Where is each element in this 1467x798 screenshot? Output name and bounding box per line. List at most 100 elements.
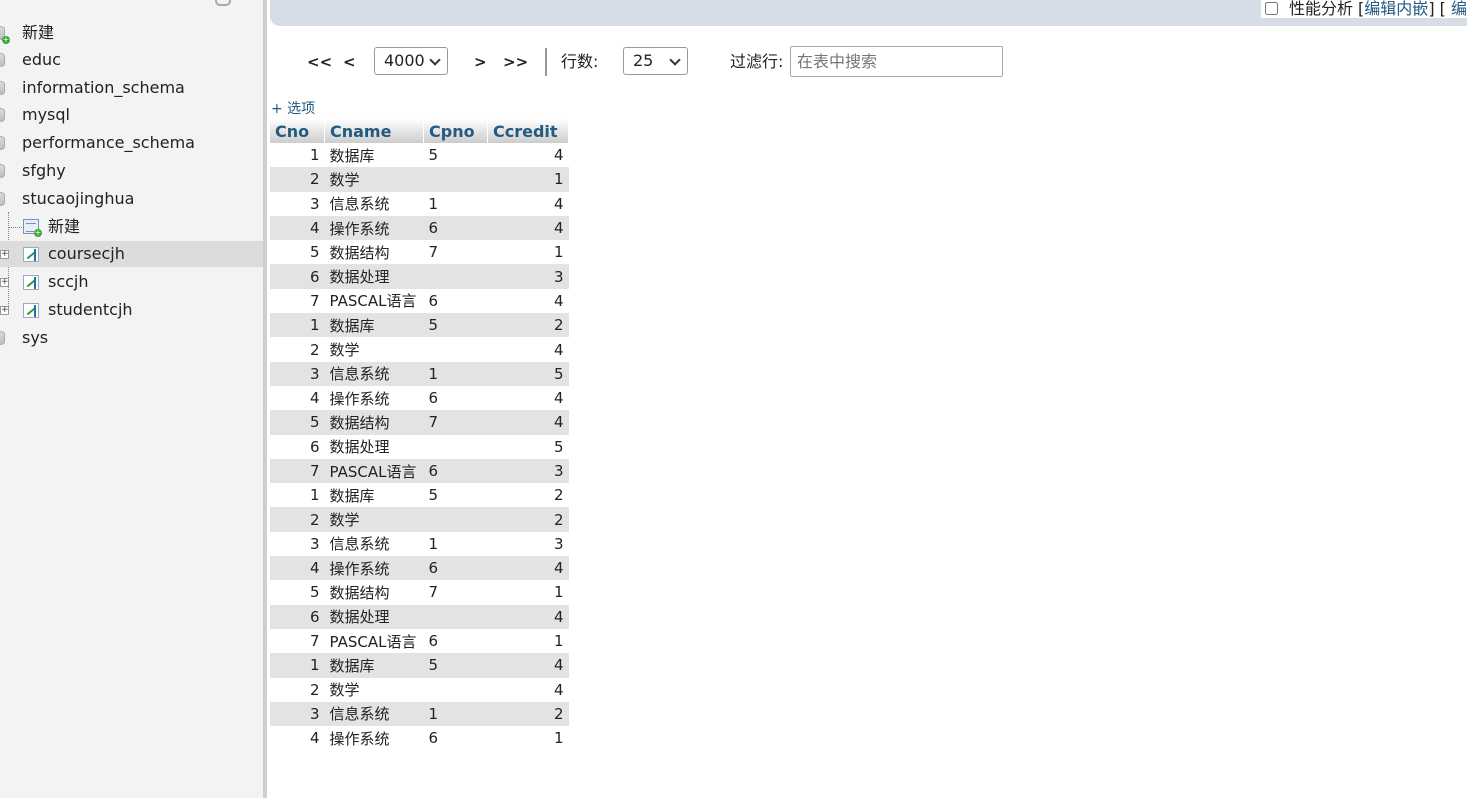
link-icon[interactable] <box>215 0 231 6</box>
view-icon <box>23 275 39 290</box>
table-row[interactable]: 2 数学 4 <box>270 337 569 362</box>
cell-ccredit: 4 <box>487 191 569 216</box>
sidebar-item-label: 新建 <box>22 23 55 42</box>
cell-cpno: 1 <box>423 701 488 727</box>
cell-cname: 数据结构 <box>324 410 424 435</box>
cell-cno: 3 <box>270 191 325 216</box>
options-link[interactable]: + 选项 <box>271 100 315 118</box>
navigation-sidebar: + 新建 educ information_schema mysql perfo… <box>0 0 263 798</box>
cell-cpno: 1 <box>423 531 488 557</box>
sidebar-resize-handle[interactable] <box>263 0 267 798</box>
view-icon <box>23 247 39 262</box>
bracket-text: ] [ <box>1428 0 1446 18</box>
expand-icon[interactable]: + <box>0 250 9 259</box>
cell-ccredit: 1 <box>487 167 569 192</box>
cell-ccredit: 4 <box>487 604 569 629</box>
cell-ccredit: 1 <box>487 580 569 605</box>
table-row[interactable]: 3 信息系统 1 5 <box>270 361 569 386</box>
cell-cname: 数学 <box>324 507 424 532</box>
edit-inline-link[interactable]: 编辑内嵌 <box>1364 0 1428 18</box>
table-row[interactable]: 1 数据库 5 4 <box>270 653 569 678</box>
table-row[interactable]: 6 数据处理 3 <box>270 264 569 289</box>
cell-cpno <box>423 604 488 629</box>
sidebar-item-label: performance_schema <box>22 133 195 152</box>
table-row[interactable]: 2 数学 4 <box>270 677 569 702</box>
cell-ccredit: 2 <box>487 507 569 532</box>
table-row[interactable]: 2 数学 2 <box>270 507 569 532</box>
table-row[interactable]: 4 操作系统 6 4 <box>270 215 569 241</box>
rows-label: 行数: <box>561 52 599 71</box>
cell-cname: 数学 <box>324 167 424 192</box>
table-row[interactable]: 5 数据结构 7 1 <box>270 240 569 265</box>
next-page-button[interactable]: > <box>474 52 487 72</box>
cell-cname: 数据结构 <box>324 580 424 605</box>
cell-cpno: 6 <box>423 726 488 751</box>
cell-cno: 7 <box>270 288 325 314</box>
cell-cpno: 5 <box>423 313 488 338</box>
table-row[interactable]: 5 数据结构 7 4 <box>270 410 569 435</box>
sidebar-item-new-table[interactable]: + 新建 <box>0 214 263 240</box>
table-row[interactable]: 5 数据结构 7 1 <box>270 580 569 605</box>
last-page-button[interactable]: >> <box>503 52 528 72</box>
cell-cpno <box>423 337 488 362</box>
profiling-checkbox[interactable] <box>1264 2 1278 15</box>
cell-cname: 操作系统 <box>324 215 424 241</box>
cell-ccredit: 2 <box>487 701 569 727</box>
table-row[interactable]: 6 数据处理 4 <box>270 604 569 629</box>
table-row[interactable]: 3 信息系统 1 3 <box>270 531 569 557</box>
column-header-ccredit[interactable]: Ccredit <box>487 119 569 143</box>
page-number-select[interactable]: 4000 <box>374 47 448 75</box>
sidebar-item-label: coursecjh <box>48 244 125 263</box>
sidebar-item-label: information_schema <box>22 78 185 97</box>
table-row[interactable]: 7 PASCAL语言 6 3 <box>270 458 569 484</box>
filter-rows-input[interactable] <box>790 46 1003 77</box>
table-row[interactable]: 2 数学 1 <box>270 167 569 192</box>
cell-ccredit: 4 <box>487 337 569 362</box>
expand-icon[interactable]: + <box>0 278 9 287</box>
column-header-cpno[interactable]: Cpno <box>423 119 488 143</box>
table-row[interactable]: 4 操作系统 6 4 <box>270 385 569 411</box>
table-row[interactable]: 7 PASCAL语言 6 4 <box>270 288 569 314</box>
cell-cno: 5 <box>270 580 325 605</box>
previous-page-button[interactable]: < <box>343 52 356 72</box>
sidebar-item-label: studentcjh <box>48 300 133 319</box>
new-database-icon: + <box>0 26 10 44</box>
table-row[interactable]: 7 PASCAL语言 6 1 <box>270 628 569 654</box>
cell-cno: 5 <box>270 240 325 265</box>
cell-cno: 4 <box>270 726 325 751</box>
table-row[interactable]: 1 数据库 5 2 <box>270 483 569 508</box>
cell-cno: 2 <box>270 507 325 532</box>
column-header-cname[interactable]: Cname <box>324 119 424 143</box>
cell-cname: 数学 <box>324 677 424 702</box>
new-table-icon: + <box>23 219 42 237</box>
sidebar-item-label: sys <box>22 328 49 347</box>
cell-cname: 数据处理 <box>324 264 424 289</box>
cell-cpno: 6 <box>423 628 488 654</box>
cell-cname: 信息系统 <box>324 361 424 386</box>
cell-cno: 3 <box>270 701 325 727</box>
filter-label: 过滤行: <box>730 52 784 71</box>
table-row[interactable]: 3 信息系统 1 4 <box>270 191 569 216</box>
first-page-button[interactable]: << <box>307 52 332 72</box>
expand-icon[interactable]: + <box>0 306 9 315</box>
database-icon <box>0 136 5 150</box>
database-icon <box>0 331 5 345</box>
table-row[interactable]: 3 信息系统 1 2 <box>270 701 569 727</box>
cell-cname: 数据处理 <box>324 604 424 629</box>
sidebar-item-coursecjh[interactable]: + coursecjh <box>0 241 263 267</box>
cell-ccredit: 4 <box>487 556 569 581</box>
table-row[interactable]: 6 数据处理 5 <box>270 434 569 459</box>
edit-link[interactable]: 编 <box>1451 0 1467 18</box>
database-icon <box>0 108 5 122</box>
rows-per-page-select[interactable]: 25 <box>623 47 688 75</box>
database-icon <box>0 192 5 206</box>
table-row[interactable]: 4 操作系统 6 1 <box>270 726 569 751</box>
cell-cno: 7 <box>270 458 325 484</box>
table-row[interactable]: 1 数据库 5 4 <box>270 143 569 168</box>
cell-ccredit: 4 <box>487 385 569 411</box>
table-row[interactable]: 4 操作系统 6 4 <box>270 556 569 581</box>
table-row[interactable]: 1 数据库 5 2 <box>270 313 569 338</box>
cell-ccredit: 1 <box>487 628 569 654</box>
column-header-cno[interactable]: Cno <box>270 119 325 143</box>
cell-cname: 数据结构 <box>324 240 424 265</box>
